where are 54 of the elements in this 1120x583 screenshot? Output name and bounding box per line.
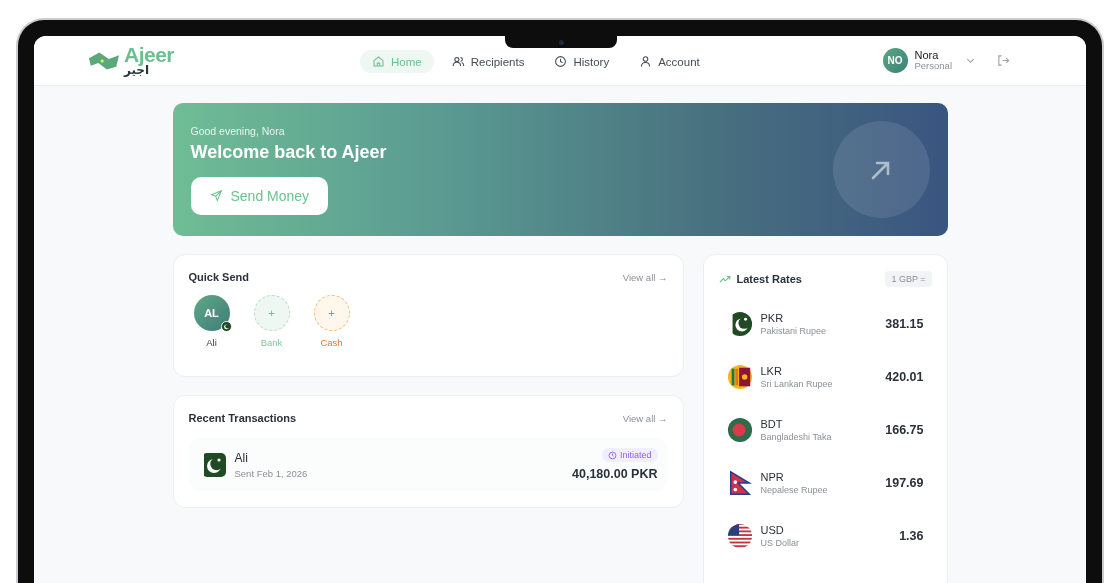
user-plan: Personal [914,61,952,72]
nav-tab[interactable]: Home [360,50,434,73]
clock-icon [607,450,617,460]
exchange-rate: 197.69 [885,475,924,490]
users-icon [451,55,465,68]
currency-name: Pakistani Rupee [760,325,827,336]
currency-code: PKR [760,311,785,324]
currency-code: NPR [760,470,785,483]
add-button[interactable]: + [313,295,350,331]
add-button[interactable]: + [253,295,290,331]
pakistan-flag-icon [220,321,232,332]
recipient-name: Ali [234,450,249,465]
card-title: Quick Send [188,271,250,283]
usa-flag-icon [726,522,753,549]
nav-tab[interactable]: Account [627,50,712,73]
view-all-link[interactable]: View all → [622,412,668,424]
quick-send-label: Bank [260,337,283,348]
card-title: Recent Transactions [188,412,297,424]
logout-icon[interactable] [997,54,1010,67]
exchange-rate: 420.01 [885,369,924,384]
sri-lanka-flag-icon [726,363,753,390]
exchange-rate: 381.15 [885,316,924,331]
nav-tab[interactable]: History [542,50,622,73]
base-currency-badge: 1 GBP = [885,271,932,287]
home-icon [372,55,385,68]
currency-code: USD [760,523,785,536]
currency-code: BDT [760,417,784,430]
clock-icon [554,55,568,68]
status-badge: Initiated [601,448,658,462]
transaction-date: Sent Feb 1, 2026 [234,467,308,479]
exchange-rate: 1.36 [899,528,924,543]
send-icon [209,189,223,202]
transaction-amount: 40,180.00 PKR [572,467,658,481]
currency-name: Nepalese Rupee [760,484,828,495]
send-money-button[interactable]: Send Money [190,176,329,215]
quick-send-label: Cash [320,337,343,348]
card-title: Latest Rates [736,273,802,285]
nav-tab[interactable]: Recipients [439,50,537,73]
quick-send-label: Ali [206,337,217,348]
currency-code: LKR [760,364,783,377]
user-name: Nora [914,49,940,62]
contact-avatar[interactable]: AL [193,295,230,331]
welcome-title: Welcome back to Ajeer [190,141,387,163]
currency-name: Bangladeshi Taka [760,431,832,442]
transaction-row[interactable]: Ali Sent Feb 1, 2026 Initiated 40,180.00 PKR [188,438,668,491]
greeting-text: Good evening, Nora [190,124,285,137]
exchange-rate: 166.75 [885,422,924,437]
user-avatar[interactable]: NO [882,48,908,73]
currency-name: Sri Lankan Rupee [760,378,833,389]
currency-name: US Dollar [760,537,799,548]
user-icon [639,55,653,68]
bangladesh-flag-icon [726,416,753,443]
view-all-link[interactable]: View all → [622,271,668,283]
trending-up-icon [718,274,731,284]
